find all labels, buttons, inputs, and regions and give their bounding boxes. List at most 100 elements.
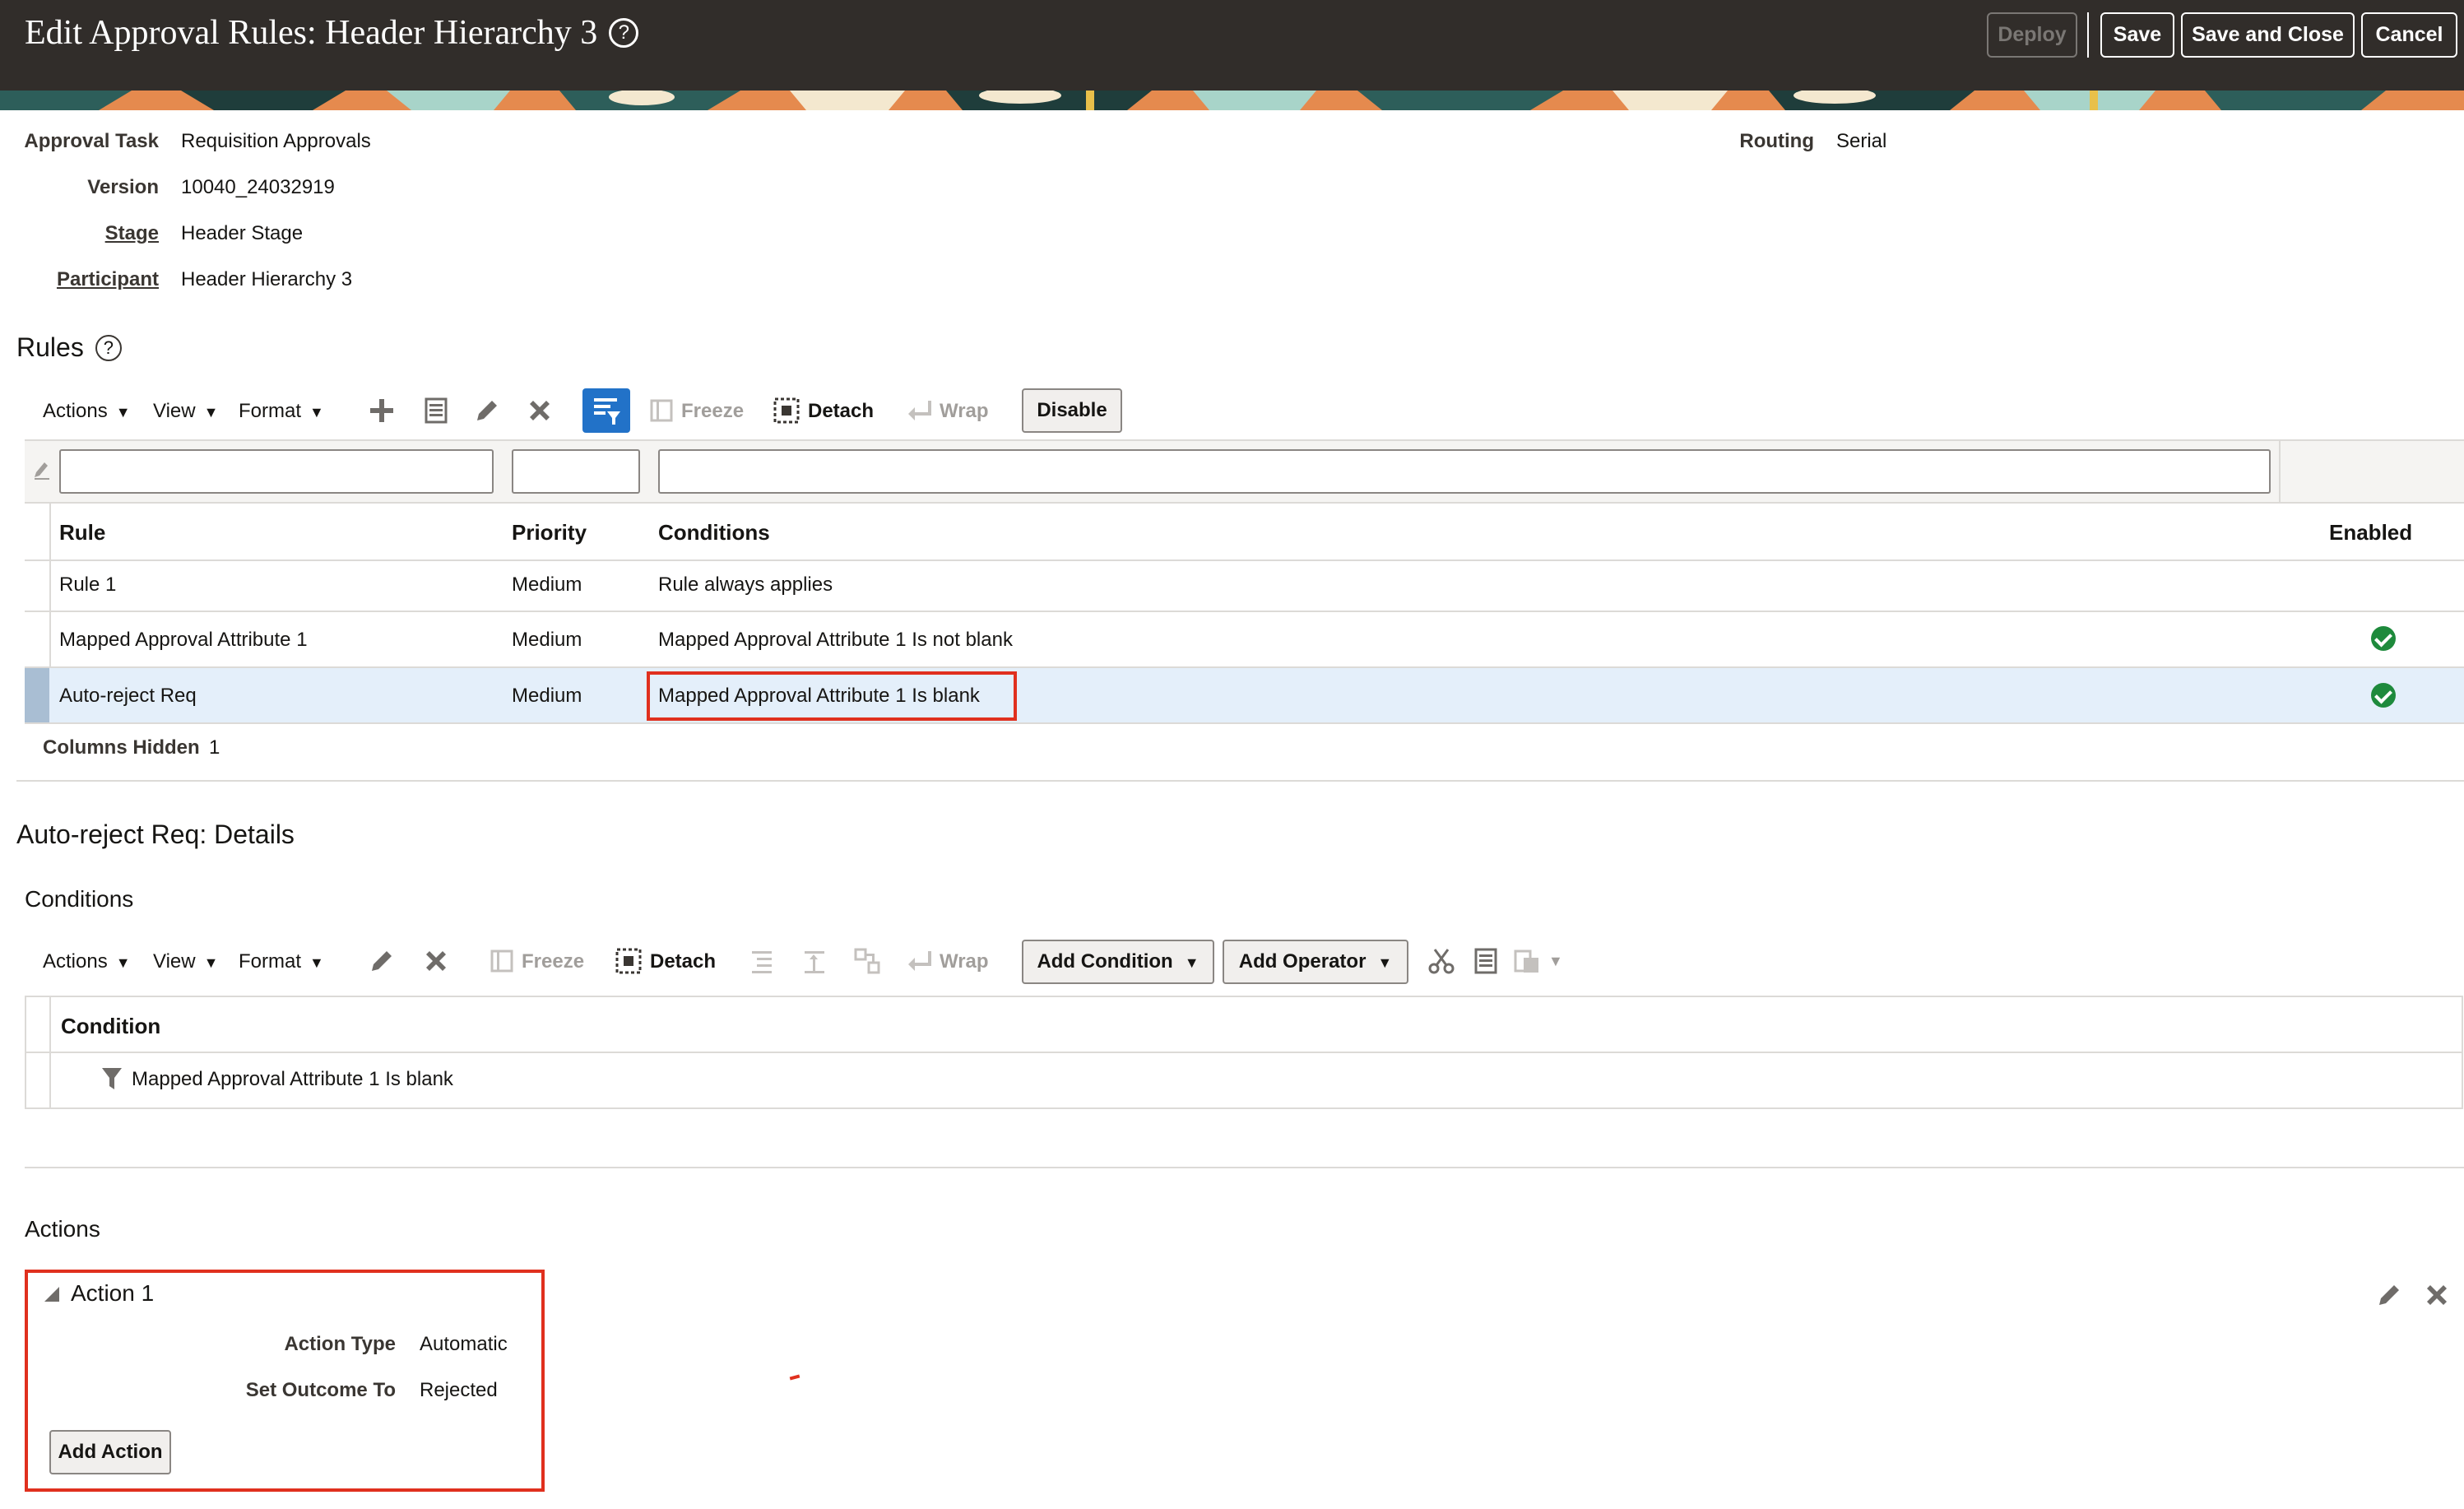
add-operator-button[interactable]: Add Operator ▼	[1223, 940, 1408, 984]
add-operator-label: Add Operator	[1238, 950, 1367, 973]
outdent-icon	[805, 951, 824, 973]
conditions-title: Conditions	[25, 886, 134, 912]
caret-down-icon: ▼	[115, 954, 131, 971]
rules-format-label: Format	[239, 400, 302, 422]
rules-actions-label: Actions	[43, 400, 108, 422]
details-title: Auto-reject Req: Details	[16, 820, 295, 849]
section-divider	[25, 1167, 2464, 1168]
delete-x-icon[interactable]	[2422, 1280, 2452, 1310]
conditions-format-menu[interactable]: Format ▼	[239, 950, 324, 973]
rule-name-cell: Mapped Approval Attribute 1	[59, 629, 308, 651]
save-and-close-button[interactable]: Save and Close	[2181, 12, 2355, 58]
add-condition-button[interactable]: Add Condition ▼	[1022, 940, 1214, 984]
add-condition-label: Add Condition	[1037, 950, 1173, 973]
stage-value: Header Stage	[181, 222, 304, 244]
detach-icon[interactable]	[772, 396, 801, 425]
caret-down-icon: ▼	[309, 404, 324, 420]
add-action-button[interactable]: Add Action	[49, 1430, 171, 1474]
version-label: Version	[87, 176, 159, 198]
decorative-banner	[0, 91, 2464, 110]
add-icon[interactable]	[367, 396, 397, 425]
rules-format-menu[interactable]: Format ▼	[239, 400, 324, 423]
freeze-icon	[490, 950, 513, 973]
edit-pencil-icon[interactable]	[367, 946, 397, 976]
rule-name-cell: Auto-reject Req	[59, 685, 197, 707]
page-title-text: Edit Approval Rules: Header Hierarchy 3	[25, 14, 598, 52]
delete-x-icon[interactable]	[421, 946, 451, 976]
annotation-mark	[789, 1374, 800, 1381]
header-divider	[2087, 12, 2089, 58]
condition-column-header[interactable]: Condition	[61, 1014, 160, 1039]
table-row[interactable]: Rule 1 Medium Rule always applies	[25, 561, 2464, 611]
disable-button[interactable]: Disable	[1022, 388, 1122, 433]
delete-x-icon[interactable]	[525, 396, 555, 425]
rules-actions-menu[interactable]: Actions ▼	[43, 400, 131, 423]
query-by-example-button[interactable]	[582, 388, 630, 433]
caret-down-icon: ▼	[1184, 954, 1200, 971]
stage-label[interactable]: Stage	[105, 222, 159, 245]
participant-value: Header Hierarchy 3	[181, 268, 353, 290]
conditions-cell: Mapped Approval Attribute 1 Is blank	[658, 685, 980, 707]
detach-icon[interactable]	[614, 946, 643, 976]
action-type-value: Automatic	[420, 1333, 508, 1355]
participant-label[interactable]: Participant	[57, 268, 159, 291]
conditions-actions-menu[interactable]: Actions ▼	[43, 950, 131, 973]
enabled-column-header[interactable]: Enabled	[2329, 520, 2412, 546]
cancel-button[interactable]: Cancel	[2361, 12, 2457, 58]
conditions-column-header[interactable]: Conditions	[658, 520, 770, 546]
priority-filter-input[interactable]	[512, 449, 640, 494]
table-row[interactable]: Mapped Approval Attribute 1 Medium Mappe…	[25, 612, 2464, 666]
filter-edit-icon	[35, 462, 49, 480]
deploy-button[interactable]: Deploy	[1987, 12, 2077, 58]
conditions-view-menu[interactable]: View ▼	[153, 950, 218, 973]
priority-column-header[interactable]: Priority	[512, 520, 587, 546]
condition-row[interactable]: Mapped Approval Attribute 1 Is blank	[51, 1053, 2462, 1107]
priority-cell: Medium	[512, 685, 582, 707]
help-icon[interactable]: ?	[609, 18, 639, 49]
page-title: Edit Approval Rules: Header Hierarchy 3?	[25, 13, 639, 53]
rules-section-title: Rules?	[16, 332, 122, 363]
conditions-view-label: View	[153, 950, 196, 973]
rules-view-label: View	[153, 400, 196, 422]
edit-pencil-icon[interactable]	[472, 396, 502, 425]
rule-column-header[interactable]: Rule	[59, 520, 105, 546]
action-type-label: Action Type	[284, 1333, 396, 1355]
edit-pencil-icon[interactable]	[2374, 1280, 2404, 1310]
collapse-triangle-icon[interactable]	[43, 1285, 61, 1303]
wrap-icon	[908, 401, 931, 420]
freeze-icon	[650, 399, 673, 422]
rule-name-cell: Rule 1	[59, 573, 117, 596]
duplicate-icon[interactable]	[421, 396, 451, 425]
actions-title: Actions	[25, 1216, 100, 1242]
routing-value: Serial	[1836, 130, 1887, 152]
set-outcome-label: Set Outcome To	[245, 1379, 396, 1401]
rules-table-bottom-line	[25, 722, 2464, 724]
conditions-filter-input[interactable]	[658, 449, 2271, 494]
set-outcome-value: Rejected	[420, 1379, 498, 1401]
rules-wrap-label: Wrap	[940, 400, 989, 422]
rules-header-top-line	[25, 502, 2464, 504]
copy-icon[interactable]	[1471, 946, 1501, 976]
save-button[interactable]: Save	[2100, 12, 2174, 58]
caret-down-icon: ▼	[203, 404, 219, 420]
banner-pattern	[0, 91, 2464, 110]
conditions-detach-button[interactable]: Detach	[650, 950, 716, 973]
cut-icon[interactable]	[1427, 946, 1456, 976]
rules-detach-button[interactable]: Detach	[808, 400, 874, 423]
rules-help-icon[interactable]: ?	[95, 334, 122, 361]
section-divider	[16, 780, 2464, 782]
conditions-cell: Mapped Approval Attribute 1 Is not blank	[658, 629, 1013, 651]
action-name: Action 1	[71, 1280, 155, 1306]
table-row-selected[interactable]: Auto-reject Req Medium Mapped Approval A…	[25, 668, 2464, 722]
caret-down-icon: ▼	[203, 954, 219, 971]
caret-down-icon: ▼	[115, 404, 131, 420]
rules-view-menu[interactable]: View ▼	[153, 400, 218, 423]
paste-icon	[1514, 950, 1538, 973]
wrap-icon	[908, 951, 931, 971]
selected-row-indicator	[25, 668, 49, 722]
condition-text: Mapped Approval Attribute 1 Is blank	[132, 1068, 453, 1090]
priority-cell: Medium	[512, 573, 582, 596]
columns-hidden-value: 1	[209, 736, 220, 759]
rule-filter-input[interactable]	[59, 449, 494, 494]
conditions-cell: Rule always applies	[658, 573, 833, 596]
